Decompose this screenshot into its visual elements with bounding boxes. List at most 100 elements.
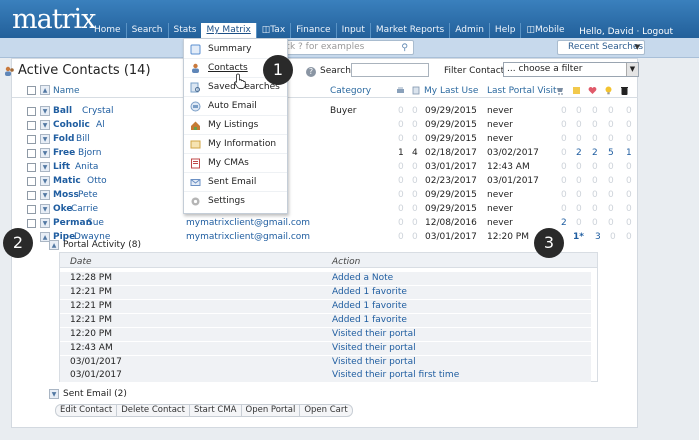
contact-last-name[interactable]: Fold: [53, 134, 75, 144]
activity-action[interactable]: Visited their portal first time: [332, 370, 459, 380]
contact-last-name[interactable]: Ball: [53, 106, 72, 116]
activity-action[interactable]: Visited their portal: [332, 343, 416, 353]
stat-2[interactable]: 1*: [573, 232, 584, 242]
row-checkbox[interactable]: [27, 135, 36, 144]
contact-last-name[interactable]: Coholic: [53, 120, 90, 130]
activity-action[interactable]: Added a Note: [332, 273, 393, 283]
nav-admin[interactable]: Admin: [449, 23, 489, 38]
row-expand-icon[interactable]: ▼: [40, 204, 50, 214]
stat-1[interactable]: 2: [561, 218, 567, 228]
table-row[interactable]: ▼ Lift Anita 0 0 03/01/2017 12:43 AM 0 0…: [12, 162, 638, 174]
contact-first-name[interactable]: Bill: [76, 134, 90, 144]
delete-contact-button[interactable]: Delete Contact: [116, 405, 189, 416]
filter-contacts-select[interactable]: ... choose a filter ▼: [503, 62, 639, 77]
contact-email[interactable]: mymatrixclient@gmail.com: [186, 218, 310, 228]
nav-market-reports[interactable]: Market Reports: [369, 23, 449, 38]
col-name[interactable]: Name: [53, 86, 80, 96]
nav-help[interactable]: Help: [488, 23, 521, 38]
select-all-checkbox[interactable]: [27, 86, 36, 95]
row-expand-icon[interactable]: ▼: [40, 218, 50, 228]
matrix-logo[interactable]: matrix: [12, 6, 96, 34]
contact-last-name[interactable]: Oke: [53, 204, 73, 214]
contact-first-name[interactable]: Sue: [87, 218, 104, 228]
stat-3[interactable]: 3: [595, 232, 601, 242]
stat-3[interactable]: 2: [592, 148, 598, 158]
table-row[interactable]: ▼ Moss Pete 0 0 09/29/2015 never 0 0 0 0…: [12, 190, 638, 202]
contact-first-name[interactable]: Otto: [87, 176, 107, 186]
row-checkbox[interactable]: [27, 177, 36, 186]
user-greeting-logout[interactable]: Hello, David · Logout: [579, 27, 673, 37]
contact-last-name[interactable]: Matic: [53, 176, 81, 186]
row-expand-icon[interactable]: ▼: [40, 176, 50, 186]
activity-action[interactable]: Visited their portal: [332, 357, 416, 367]
contacts-search-input[interactable]: [351, 63, 429, 77]
activity-action[interactable]: Added 1 favorite: [332, 287, 407, 297]
menu-item-sent-email[interactable]: Sent Email: [184, 173, 287, 192]
recent-searches-dropdown[interactable]: Recent Searches ▼: [557, 40, 645, 55]
nav-home[interactable]: Home: [89, 23, 126, 38]
nav-my-matrix[interactable]: My Matrix: [201, 23, 256, 38]
row-checkbox[interactable]: [27, 121, 36, 130]
table-row[interactable]: ▼ Matic Otto 0 0 02/23/2017 03/01/2017 0…: [12, 176, 638, 188]
row-checkbox[interactable]: [27, 163, 36, 172]
nav-tax[interactable]: ◫Tax: [255, 23, 290, 38]
menu-item-my-information[interactable]: My Information: [184, 135, 287, 154]
contact-first-name[interactable]: Al: [96, 120, 105, 130]
table-row[interactable]: ▼ Free Bjorn 1 4 02/18/2017 03/02/2017 0…: [12, 148, 638, 160]
sent-email-expand-icon[interactable]: ▼: [49, 389, 59, 399]
sent-email-title[interactable]: Sent Email (2): [63, 389, 127, 399]
nav-search[interactable]: Search: [125, 23, 168, 38]
expand-all-icon[interactable]: ▲: [40, 85, 50, 95]
contact-first-name[interactable]: Carrie: [71, 204, 98, 214]
row-expand-icon[interactable]: ▼: [40, 120, 50, 130]
open-portal-button[interactable]: Open Portal: [240, 405, 300, 416]
menu-item-my-cmas[interactable]: My CMAs: [184, 154, 287, 173]
row-checkbox[interactable]: [27, 219, 36, 228]
activity-action[interactable]: Added 1 favorite: [332, 315, 407, 325]
contact-first-name[interactable]: Crystal: [82, 106, 114, 116]
row-expand-icon[interactable]: ▼: [40, 134, 50, 144]
contact-email[interactable]: mymatrixclient@gmail.com: [186, 232, 310, 242]
stat-4[interactable]: 5: [608, 148, 614, 158]
activity-action[interactable]: Added 1 favorite: [332, 301, 407, 311]
stat-5[interactable]: 1: [626, 148, 632, 158]
contact-last-name[interactable]: Moss: [53, 190, 79, 200]
portal-activity-collapse-icon[interactable]: ▲: [49, 240, 59, 250]
activity-action[interactable]: Visited their portal: [332, 329, 416, 339]
row-expand-icon[interactable]: ▼: [40, 190, 50, 200]
table-row[interactable]: ▼ Oke Carrie 0 0 09/29/2015 never 0 0 0 …: [12, 204, 638, 216]
row-checkbox[interactable]: [27, 191, 36, 200]
portal-activity-title[interactable]: Portal Activity (8): [63, 240, 141, 250]
open-cart-button[interactable]: Open Cart: [299, 405, 351, 416]
col-category[interactable]: Category: [330, 86, 371, 96]
start-cma-button[interactable]: Start CMA: [188, 405, 241, 416]
col-last-portal-visit[interactable]: Last Portal Visit: [487, 86, 557, 96]
nav-stats[interactable]: Stats: [167, 23, 202, 38]
contact-last-name[interactable]: Lift: [53, 162, 70, 172]
stat-2[interactable]: 2: [576, 148, 582, 158]
menu-item-auto-email[interactable]: Auto Email: [184, 97, 287, 116]
row-expand-icon[interactable]: ▼: [40, 106, 50, 116]
contact-first-name[interactable]: Pete: [78, 190, 98, 200]
contact-first-name[interactable]: Anita: [75, 162, 98, 172]
table-row[interactable]: ▼ Fold Bill 0 0 09/29/2015 never 0 0 0 0…: [12, 134, 638, 146]
contact-last-name[interactable]: Free: [53, 148, 75, 158]
table-row[interactable]: ▼ Coholic Al 0 0 09/29/2015 never 0 0 0 …: [12, 120, 638, 132]
quick-search-input[interactable]: ck ? for examples ⚲: [280, 40, 414, 55]
contact-first-name[interactable]: Bjorn: [78, 148, 101, 158]
row-expand-icon[interactable]: ▼: [40, 148, 50, 158]
menu-item-my-listings[interactable]: My Listings: [184, 116, 287, 135]
nav-finance[interactable]: Finance: [290, 23, 335, 38]
edit-contact-button[interactable]: Edit Contact: [56, 405, 116, 416]
nav-input[interactable]: Input: [335, 23, 370, 38]
help-icon[interactable]: ?: [306, 67, 316, 77]
menu-item-settings[interactable]: Settings: [184, 192, 287, 211]
nav-mobile[interactable]: ◫Mobile: [520, 23, 569, 38]
row-expand-icon[interactable]: ▼: [40, 162, 50, 172]
row-checkbox[interactable]: [27, 149, 36, 158]
col-my-last-use[interactable]: My Last Use: [424, 86, 478, 96]
search-icon[interactable]: ⚲: [401, 42, 408, 55]
row-checkbox[interactable]: [27, 107, 36, 116]
table-row[interactable]: ▼ Ball Crystal Buyer 0 0 09/29/2015 neve…: [12, 106, 638, 118]
row-checkbox[interactable]: [27, 205, 36, 214]
